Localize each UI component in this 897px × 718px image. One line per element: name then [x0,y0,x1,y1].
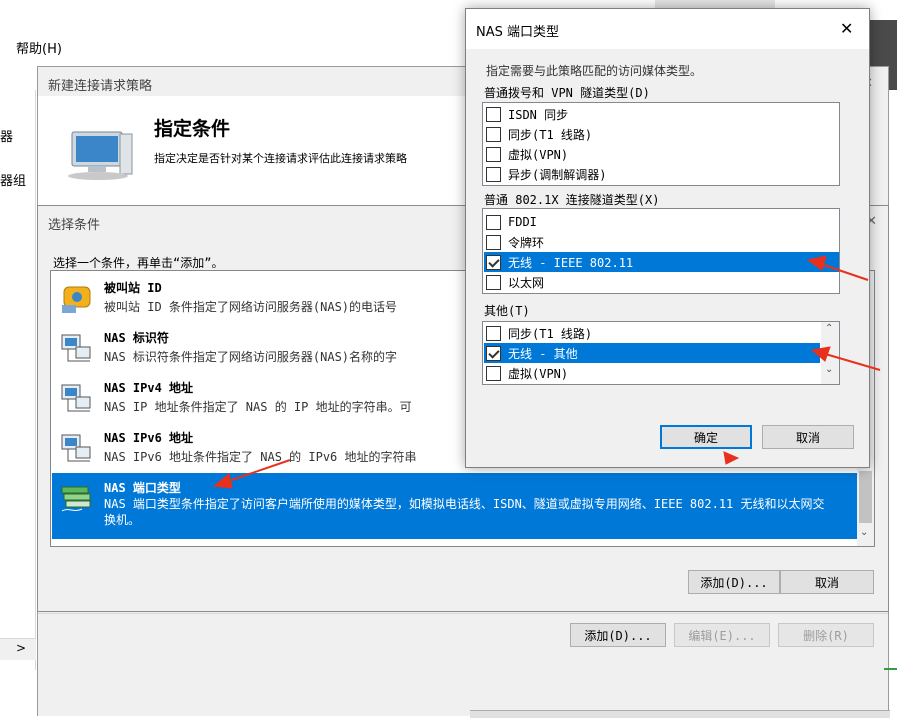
arrow-to-wireless-other [821,352,881,371]
arrow-to-ieee80211 [817,262,869,281]
arrowhead-wireless-other [810,346,831,362]
arrowhead-ieee80211 [806,255,827,271]
annotation-arrows [212,255,881,489]
arrowhead-nas-port-type [212,473,233,489]
arrow-to-nas-port-type [225,459,291,483]
arrowhead-ok-button [723,451,740,465]
